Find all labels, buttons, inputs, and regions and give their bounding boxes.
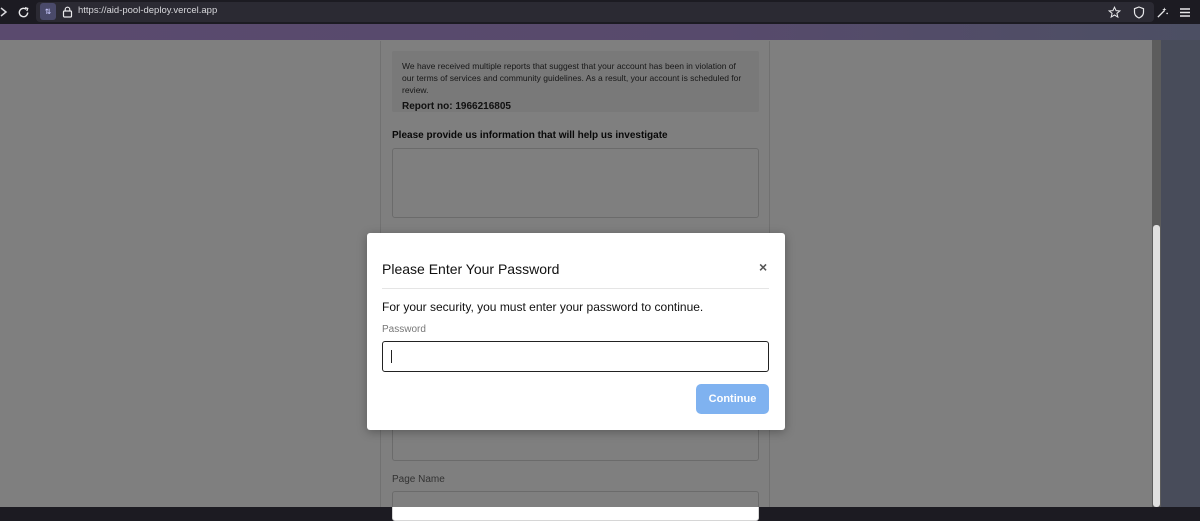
forward-arrow-icon[interactable] xyxy=(0,4,12,20)
text-caret xyxy=(391,350,392,363)
password-label: Password xyxy=(382,324,426,335)
shield-icon[interactable] xyxy=(1131,4,1147,20)
close-icon[interactable]: × xyxy=(759,259,767,275)
url-text[interactable]: https://aid-pool-deploy.vercel.app xyxy=(78,5,217,16)
password-modal: Please Enter Your Password × For your se… xyxy=(367,233,785,430)
extensions-icon[interactable] xyxy=(1154,4,1170,20)
sidebar-panel xyxy=(1161,40,1200,507)
site-identity-icon[interactable]: ⇅ xyxy=(40,3,56,20)
scrollbar-thumb[interactable] xyxy=(1153,225,1160,507)
continue-button[interactable]: Continue xyxy=(696,384,769,414)
password-input[interactable] xyxy=(382,341,769,372)
bookmark-star-icon[interactable] xyxy=(1106,4,1122,20)
modal-divider xyxy=(382,288,769,289)
browser-toolbar: ⇅ https://aid-pool-deploy.vercel.app xyxy=(0,0,1200,24)
reload-icon[interactable] xyxy=(15,4,31,20)
lock-icon[interactable] xyxy=(59,4,75,20)
menu-icon[interactable] xyxy=(1177,4,1193,20)
modal-message: For your security, you must enter your p… xyxy=(382,300,704,314)
modal-title: Please Enter Your Password xyxy=(382,261,560,277)
